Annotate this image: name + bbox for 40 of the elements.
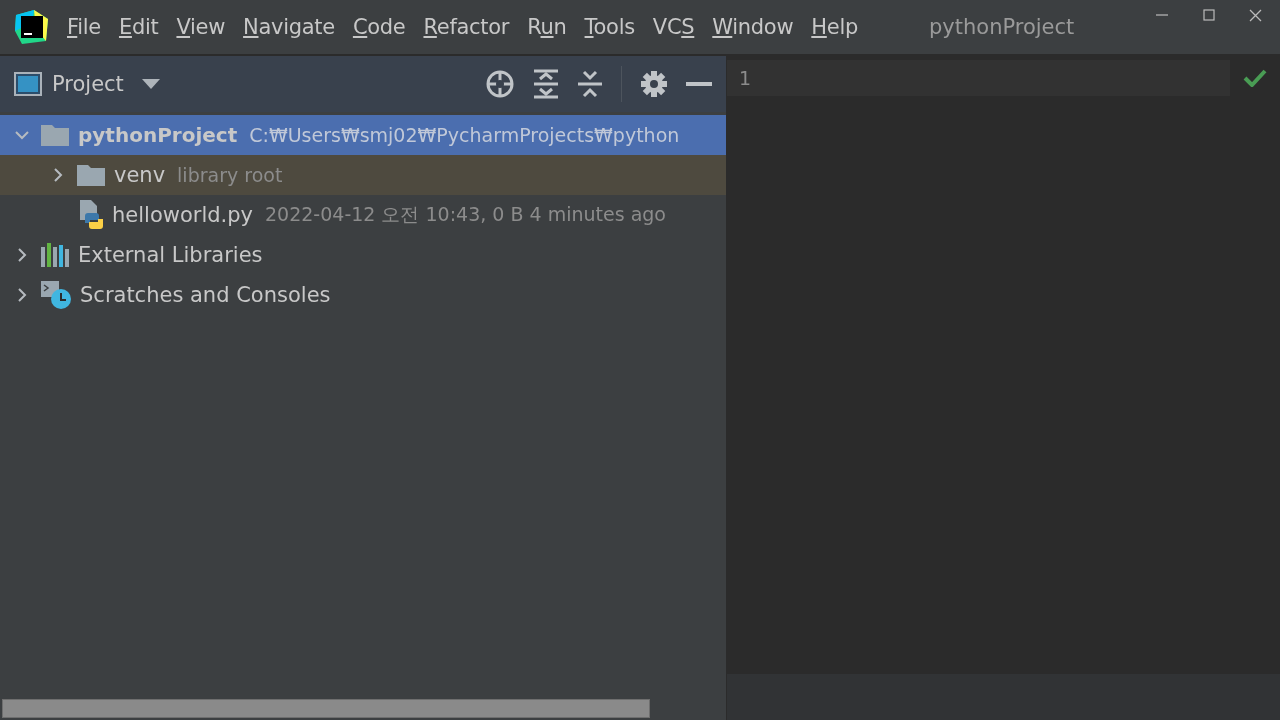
- tree-item-note: library root: [177, 164, 283, 186]
- menu-item[interactable]: VCS: [643, 15, 704, 39]
- menu-item[interactable]: Code: [343, 15, 415, 39]
- menu-item[interactable]: Refactor: [414, 15, 519, 39]
- menu-item[interactable]: Help: [802, 15, 867, 39]
- close-icon[interactable]: [1249, 8, 1262, 22]
- menu-item[interactable]: Navigate: [234, 15, 344, 39]
- tree-item-name: Scratches and Consoles: [80, 283, 331, 307]
- tree-item-name: helloworld.py: [112, 203, 253, 227]
- libraries-icon: [40, 243, 70, 267]
- tree-item-name: External Libraries: [78, 243, 263, 267]
- tree-row[interactable]: Scratches and Consoles: [0, 275, 726, 315]
- tree-row[interactable]: helloworld.py 2022-04-12 오전 10:43, 0 B 4 minutes ago: [0, 195, 726, 235]
- tree-row[interactable]: External Libraries: [0, 235, 726, 275]
- collapse-all-icon[interactable]: [577, 69, 603, 99]
- folder-icon: [40, 123, 70, 147]
- tree-row[interactable]: venv library root: [0, 155, 726, 195]
- maximize-icon[interactable]: [1203, 9, 1215, 21]
- panel-title[interactable]: Project: [52, 72, 124, 96]
- menu-item[interactable]: Run: [518, 15, 576, 39]
- menu-item[interactable]: File: [58, 15, 110, 39]
- app-logo-icon: [14, 9, 50, 45]
- expand-all-icon[interactable]: [533, 69, 559, 99]
- locate-icon[interactable]: [485, 69, 515, 99]
- project-window-icon: [14, 72, 42, 96]
- line-number: 1: [739, 67, 752, 89]
- menu-item[interactable]: View: [167, 15, 235, 39]
- horizontal-scrollbar[interactable]: [2, 699, 650, 718]
- tree-item-note: C:₩Users₩smj02₩PycharmProjects₩python: [249, 124, 680, 146]
- console-clock-icon: [40, 280, 72, 310]
- tree-item-note: 2022-04-12 오전 10:43, 0 B 4 minutes ago: [265, 202, 666, 227]
- menu-item[interactable]: Edit: [109, 15, 168, 39]
- menu-item[interactable]: Window: [703, 15, 803, 39]
- menu-item[interactable]: Tools: [575, 15, 644, 39]
- checkmark-icon: [1243, 69, 1267, 87]
- folder-icon: [76, 163, 106, 187]
- tree-item-name: pythonProject: [78, 123, 238, 147]
- tree-item-name: venv: [114, 163, 166, 187]
- dropdown-caret-icon[interactable]: [141, 79, 160, 89]
- window-title: pythonProject: [929, 15, 1075, 39]
